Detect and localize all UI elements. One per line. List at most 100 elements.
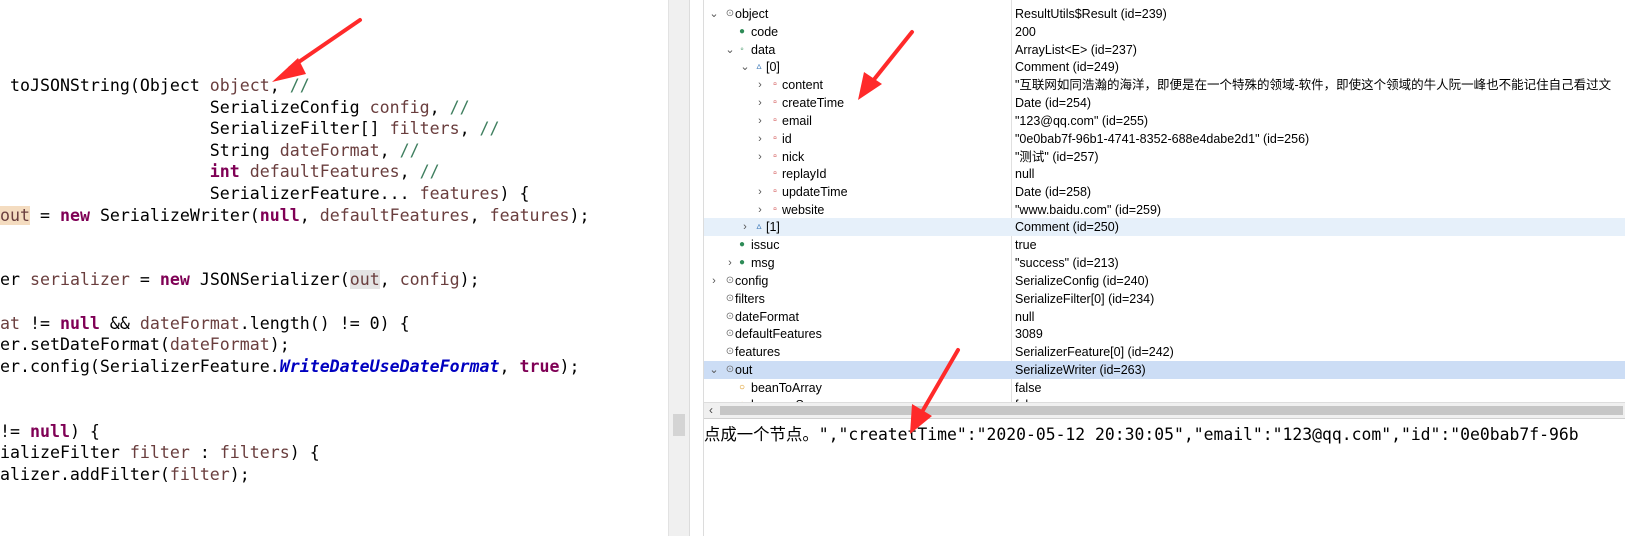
variable-name: beanToArray	[751, 381, 822, 395]
chevron-down-icon[interactable]: ⌄	[739, 58, 751, 76]
variable-name: [1]	[766, 220, 780, 234]
variable-row[interactable]: ▫ replayId null	[704, 165, 1625, 183]
variables-view[interactable]: ⌄ ⊙ object ResultUtils$Result (id=239) ● code…	[704, 0, 1625, 418]
code-line: != null) {	[0, 422, 100, 441]
chevron-right-icon[interactable]: ›	[754, 201, 766, 219]
variable-name: updateTime	[782, 185, 848, 199]
code-editor[interactable]: toJSONString(Object object, // Serialize…	[0, 0, 668, 536]
chevron-right-icon[interactable]: ›	[754, 112, 766, 130]
variable-name: data	[751, 43, 776, 57]
triangle-icon: ▵	[756, 221, 762, 232]
variable-row[interactable]: › ▫ content "互联网如同浩瀚的海洋，即便是在一个特殊的领域-软件，即使这个…	[704, 76, 1625, 94]
variable-name: content	[782, 78, 824, 92]
tree-gutter	[690, 0, 704, 536]
chevron-right-icon[interactable]: ›	[739, 218, 751, 236]
variable-row[interactable]: › ▫ email "123@qq.com" (id=255)	[704, 112, 1625, 130]
chevron-right-icon[interactable]: ›	[754, 183, 766, 201]
variable-value: SerializeFilter[0] (id=234)	[1015, 292, 1155, 306]
variable-row[interactable]: › ▫ nick "测试" (id=257)	[704, 148, 1625, 166]
chevron-right-icon[interactable]: ›	[754, 94, 766, 112]
variable-value: true	[1015, 238, 1037, 252]
field-icon: ▫	[773, 97, 777, 108]
variable-name: replayId	[782, 167, 827, 181]
code-line: alizer.addFilter(filter);	[0, 465, 250, 484]
horizontal-scrollbar[interactable]: ‹	[704, 402, 1625, 418]
variable-value: 3089	[1015, 327, 1043, 341]
variable-value: ResultUtils$Result (id=239)	[1015, 7, 1167, 21]
variable-name: code	[751, 25, 779, 39]
variable-value: null	[1015, 167, 1035, 181]
variable-name: config	[735, 274, 769, 288]
variable-name: msg	[751, 256, 775, 270]
field-icon: ▫	[773, 133, 777, 144]
variable-name: issuc	[751, 238, 780, 252]
variable-name: nick	[782, 150, 805, 164]
chevron-right-icon[interactable]: ›	[708, 272, 720, 290]
chevron-right-icon[interactable]: ›	[754, 76, 766, 94]
variable-value: Comment (id=250)	[1015, 220, 1119, 234]
code-line: out = new SerializeWriter(null, defaultF…	[0, 206, 590, 225]
variable-row[interactable]: ⊙ features SerializerFeature[0] (id=242)	[704, 343, 1625, 361]
code-line: toJSONString(Object object, //	[0, 76, 310, 95]
field-icon: ▫	[773, 204, 777, 215]
scrollbar-thumb[interactable]	[720, 406, 1623, 415]
variable-value: Date (id=258)	[1015, 185, 1092, 199]
variable-name: object	[735, 7, 769, 21]
code-line: String dateFormat, //	[0, 141, 420, 160]
variable-value: SerializeWriter (id=263)	[1015, 363, 1146, 377]
variable-value: null	[1015, 310, 1035, 324]
variable-row[interactable]: ● issuc true	[704, 236, 1625, 254]
code-line: er.config(SerializerFeature.WriteDateUse…	[0, 357, 580, 376]
variable-row[interactable]: ⊙ filters SerializeFilter[0] (id=234)	[704, 290, 1625, 308]
variable-row[interactable]: ⌄ ⊙ out SerializeWriter (id=263)	[704, 361, 1625, 380]
variable-row[interactable]: › ▫ createTime Date (id=254)	[704, 94, 1625, 112]
variable-row[interactable]: › ▫ website "www.baidu.com" (id=259)	[704, 201, 1625, 219]
detail-pane[interactable]: 点成一个节点。","createtTime":"2020-05-12 20:30…	[704, 418, 1625, 536]
variable-name: dateFormat	[735, 310, 799, 324]
variable-value: "测试" (id=257)	[1015, 150, 1099, 164]
splitter-handle[interactable]	[673, 414, 685, 436]
chevron-right-icon[interactable]: ›	[754, 130, 766, 148]
chevron-left-icon[interactable]: ‹	[704, 403, 718, 418]
field-icon: ▫	[773, 168, 777, 179]
chevron-right-icon[interactable]: ›	[724, 254, 736, 272]
variable-value: ArrayList<E> (id=237)	[1015, 43, 1137, 57]
variable-row[interactable]: ⊙ defaultFeatures 3089	[704, 325, 1625, 343]
variable-value: "success" (id=213)	[1015, 256, 1119, 270]
code-line: int defaultFeatures, //	[209, 162, 440, 181]
variable-value: false	[1015, 381, 1042, 395]
detail-value-text: 点成一个节点。","createtTime":"2020-05-12 20:30…	[704, 425, 1579, 444]
variable-row[interactable]: ⌄ ◦ data ArrayList<E> (id=237)	[704, 41, 1625, 59]
variable-row[interactable]: ⊙ dateFormat null	[704, 308, 1625, 326]
variable-row[interactable]: › ▵ [1] Comment (id=250)	[704, 218, 1625, 237]
variable-row[interactable]: ○ beanToArray false	[704, 379, 1625, 397]
variable-row[interactable]: ⌄ ▵ [0] Comment (id=249)	[704, 58, 1625, 76]
variable-name: [0]	[766, 60, 780, 74]
circle-icon: ●	[738, 26, 746, 37]
field-icon: ▫	[773, 115, 777, 126]
variable-row[interactable]: › ▫ id "0e0bab7f-96b1-4741-8352-688e4dabe2d…	[704, 130, 1625, 148]
variable-value: SerializeConfig (id=240)	[1015, 274, 1149, 288]
pane-splitter[interactable]	[668, 0, 690, 536]
variable-name: website	[782, 203, 825, 217]
variable-name: features	[735, 345, 781, 359]
chevron-down-icon[interactable]: ⌄	[708, 5, 720, 23]
chevron-down-icon[interactable]: ⌄	[708, 361, 720, 379]
variable-row[interactable]: › ▫ updateTime Date (id=258)	[704, 183, 1625, 201]
variable-row[interactable]: › ⊙ config SerializeConfig (id=240)	[704, 272, 1625, 290]
field-icon: ▫	[773, 151, 777, 162]
variable-value: "互联网如同浩瀚的海洋，即便是在一个特殊的领域-软件，即使这个领域的牛人阮一峰也…	[1015, 78, 1612, 92]
triangle-icon: ▵	[756, 61, 762, 72]
field-icon: ▫	[773, 186, 777, 197]
code-line: er serializer = new JSONSerializer(out, …	[0, 270, 480, 289]
variable-name: defaultFeatures	[735, 327, 822, 341]
variable-name: id	[782, 132, 792, 146]
variable-value: Comment (id=249)	[1015, 60, 1119, 74]
code-line: SerializeConfig config, //	[0, 98, 470, 117]
chevron-down-icon[interactable]: ⌄	[724, 41, 736, 59]
variable-row[interactable]: ⌄ ⊙ object ResultUtils$Result (id=239)	[704, 5, 1625, 23]
chevron-right-icon[interactable]: ›	[754, 148, 766, 166]
variable-row[interactable]: ● code 200	[704, 23, 1625, 41]
variable-value: "www.baidu.com" (id=259)	[1015, 203, 1162, 217]
variable-row[interactable]: › ● msg "success" (id=213)	[704, 254, 1625, 272]
